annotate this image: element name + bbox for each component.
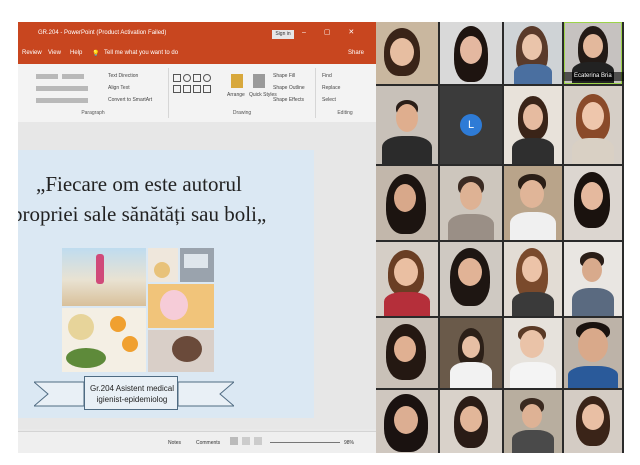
notes-button[interactable]: Notes: [168, 440, 181, 446]
menu-help[interactable]: Help: [70, 50, 82, 56]
banner-line-1: Gr.204 Asistent medical: [89, 384, 175, 393]
participant-avatar: L: [460, 114, 482, 136]
convert-smartart-button[interactable]: Convert to SmartArt: [108, 97, 152, 103]
drawing-label: Drawing: [232, 110, 252, 116]
ribbon: Text Direction Align Text Convert to Sma…: [18, 64, 376, 123]
select-button[interactable]: Select: [322, 97, 336, 103]
slide-sorter-icon[interactable]: [242, 437, 250, 445]
screenshot-frame: GR.204 - PowerPoint (Product Activation …: [0, 0, 640, 465]
shape-fill-button[interactable]: Shape Fill: [273, 73, 295, 79]
shape-effects-button[interactable]: Shape Effects: [273, 97, 304, 103]
participant-name: Ecaterina Bria: [564, 72, 624, 81]
participant-tile[interactable]: [376, 242, 438, 316]
participant-tile[interactable]: [564, 166, 622, 240]
participant-tile[interactable]: [504, 318, 562, 388]
zoom-slider[interactable]: [270, 442, 340, 443]
drawing-group: Arrange Quick Styles Shape Fill Shape Ou…: [169, 68, 316, 118]
window-controls[interactable]: – ▢ ✕: [302, 28, 362, 36]
participant-tile-no-video[interactable]: L: [440, 86, 502, 164]
replace-button[interactable]: Replace: [322, 85, 340, 91]
participant-tile[interactable]: [504, 86, 562, 164]
participant-tile[interactable]: [440, 390, 502, 453]
participant-tile[interactable]: [376, 86, 438, 164]
participant-tile[interactable]: [564, 318, 622, 388]
shape-arrow-icon[interactable]: [173, 85, 181, 93]
reading-view-icon[interactable]: [254, 437, 262, 445]
participant-tile[interactable]: [440, 166, 502, 240]
find-button[interactable]: Find: [322, 73, 332, 79]
normal-view-icon[interactable]: [230, 437, 238, 445]
paragraph-group: Text Direction Align Text Convert to Sma…: [18, 68, 169, 118]
zoom-level: 98%: [344, 440, 355, 446]
sign-in-button[interactable]: Sign in: [272, 30, 294, 39]
slide-canvas-area: „Fiecare om este autorul propriei sale s…: [18, 122, 376, 429]
shape-triangle-icon[interactable]: [183, 85, 191, 93]
align-text-button[interactable]: Align Text: [108, 85, 130, 91]
group-banner: Gr.204 Asistent medical igienist-epidemi…: [34, 376, 234, 416]
editing-label: Editing: [337, 110, 353, 116]
slide[interactable]: „Fiecare om este autorul propriei sale s…: [18, 150, 314, 418]
editing-group: Find Replace Select Editing: [316, 68, 374, 118]
participant-tile[interactable]: [504, 22, 562, 84]
status-bar: Notes Comments 98%: [18, 431, 376, 453]
participant-tile[interactable]: [504, 390, 562, 453]
health-collage-image: [62, 248, 214, 372]
shape-outline-button[interactable]: Shape Outline: [273, 85, 305, 91]
comments-button[interactable]: Comments: [196, 440, 220, 446]
lightbulb-icon: 💡: [92, 51, 100, 57]
shape-line-icon[interactable]: [203, 85, 211, 93]
participant-tile[interactable]: [376, 318, 438, 388]
shape-star-icon[interactable]: [193, 85, 201, 93]
participant-tile[interactable]: [564, 390, 622, 453]
menu-bar: Review View Help 💡 Tell me what you want…: [18, 44, 376, 64]
shape-rectangle-icon[interactable]: [173, 74, 181, 82]
paragraph-label: Paragraph: [81, 110, 105, 116]
share-button[interactable]: Share: [348, 50, 364, 56]
tell-me-search[interactable]: Tell me what you want to do: [104, 50, 178, 56]
quote-line-2: propriei sale sănătăți sau boli„: [18, 202, 267, 226]
participant-tile[interactable]: [376, 166, 438, 240]
participant-tile[interactable]: [440, 318, 502, 388]
menu-view[interactable]: View: [48, 50, 61, 56]
participant-tile[interactable]: [376, 390, 438, 453]
video-grid: Ecaterina Bria L: [376, 22, 624, 453]
participant-tile[interactable]: [504, 242, 562, 316]
participant-tile[interactable]: [440, 242, 502, 316]
text-direction-button[interactable]: Text Direction: [108, 73, 138, 79]
arrange-button[interactable]: Arrange: [227, 92, 245, 98]
title-bar: GR.204 - PowerPoint (Product Activation …: [18, 22, 376, 44]
participant-tile[interactable]: [504, 166, 562, 240]
shape-oval-icon[interactable]: [183, 74, 191, 82]
menu-review[interactable]: Review: [22, 50, 42, 56]
window-title: GR.204 - PowerPoint (Product Activation …: [38, 30, 167, 36]
quick-styles-icon[interactable]: [253, 74, 265, 88]
participant-tile[interactable]: [440, 22, 502, 84]
powerpoint-window: GR.204 - PowerPoint (Product Activation …: [18, 22, 376, 453]
shape-square-icon[interactable]: [193, 74, 201, 82]
banner-line-2: igienist-epidemiolog: [96, 395, 168, 404]
participant-tile[interactable]: [376, 22, 438, 84]
participant-tile[interactable]: [564, 242, 622, 316]
quote-line-1: „Fiecare om este autorul: [36, 172, 242, 196]
participant-tile[interactable]: [564, 86, 622, 164]
shape-circle-icon[interactable]: [203, 74, 211, 82]
arrange-icon[interactable]: [231, 74, 243, 88]
banner-box: [84, 376, 178, 410]
